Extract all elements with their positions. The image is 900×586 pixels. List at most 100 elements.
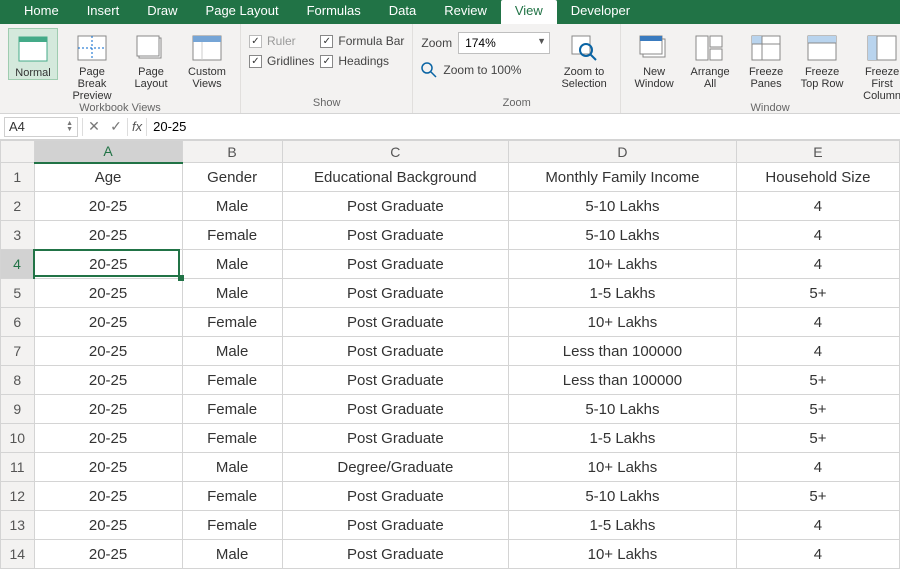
cell-E1[interactable]: Household Size — [736, 163, 899, 192]
cell-A8[interactable]: 20-25 — [34, 366, 182, 395]
cell-D5[interactable]: 1-5 Lakhs — [508, 279, 736, 308]
row-header-4[interactable]: 4 — [1, 250, 35, 279]
cell-B4[interactable]: Male — [182, 250, 282, 279]
enter-formula-button[interactable]: ✓ — [105, 118, 127, 135]
cell-D2[interactable]: 5-10 Lakhs — [508, 192, 736, 221]
cancel-formula-button[interactable]: ✕ — [83, 118, 105, 135]
zoom-100-button[interactable]: Zoom to 100% — [421, 62, 550, 78]
row-header-3[interactable]: 3 — [1, 221, 35, 250]
row-header-11[interactable]: 11 — [1, 453, 35, 482]
freeze-top-row-button[interactable]: Freeze Top Row — [797, 28, 847, 90]
tab-page-layout[interactable]: Page Layout — [192, 0, 293, 24]
cell-D11[interactable]: 10+ Lakhs — [508, 453, 736, 482]
cell-E8[interactable]: 5+ — [736, 366, 899, 395]
ruler-checkbox[interactable]: ✓Ruler — [249, 34, 314, 48]
cell-D10[interactable]: 1-5 Lakhs — [508, 424, 736, 453]
tab-data[interactable]: Data — [375, 0, 430, 24]
cell-B11[interactable]: Male — [182, 453, 282, 482]
cell-C2[interactable]: Post Graduate — [282, 192, 508, 221]
cell-C3[interactable]: Post Graduate — [282, 221, 508, 250]
cell-A9[interactable]: 20-25 — [34, 395, 182, 424]
name-box-stepper[interactable]: ▲▼ — [66, 121, 73, 133]
cell-B5[interactable]: Male — [182, 279, 282, 308]
cell-A5[interactable]: 20-25 — [34, 279, 182, 308]
tab-developer[interactable]: Developer — [557, 0, 644, 24]
cell-B1[interactable]: Gender — [182, 163, 282, 192]
cell-A13[interactable]: 20-25 — [34, 511, 182, 540]
cell-D6[interactable]: 10+ Lakhs — [508, 308, 736, 337]
cell-D7[interactable]: Less than 100000 — [508, 337, 736, 366]
cell-E14[interactable]: 4 — [736, 540, 899, 569]
cell-D4[interactable]: 10+ Lakhs — [508, 250, 736, 279]
row-header-9[interactable]: 9 — [1, 395, 35, 424]
tab-review[interactable]: Review — [430, 0, 501, 24]
row-header-8[interactable]: 8 — [1, 366, 35, 395]
row-header-14[interactable]: 14 — [1, 540, 35, 569]
row-header-12[interactable]: 12 — [1, 482, 35, 511]
cell-A2[interactable]: 20-25 — [34, 192, 182, 221]
cell-E13[interactable]: 4 — [736, 511, 899, 540]
select-all-cell[interactable] — [1, 141, 35, 163]
custom-views-button[interactable]: Custom Views — [182, 28, 232, 90]
freeze-first-col-button[interactable]: Freeze First Column — [853, 28, 900, 102]
cell-B6[interactable]: Female — [182, 308, 282, 337]
normal-view-button[interactable]: Normal — [8, 28, 58, 80]
cell-B2[interactable]: Male — [182, 192, 282, 221]
col-header-D[interactable]: D — [508, 141, 736, 163]
cell-B3[interactable]: Female — [182, 221, 282, 250]
page-break-preview-button[interactable]: Page Break Preview — [64, 28, 120, 102]
arrange-all-button[interactable]: Arrange All — [685, 28, 735, 90]
cell-C10[interactable]: Post Graduate — [282, 424, 508, 453]
cell-D14[interactable]: 10+ Lakhs — [508, 540, 736, 569]
row-header-13[interactable]: 13 — [1, 511, 35, 540]
tab-view[interactable]: View — [501, 0, 557, 24]
cell-E3[interactable]: 4 — [736, 221, 899, 250]
col-header-E[interactable]: E — [736, 141, 899, 163]
cell-B9[interactable]: Female — [182, 395, 282, 424]
row-header-2[interactable]: 2 — [1, 192, 35, 221]
cell-C13[interactable]: Post Graduate — [282, 511, 508, 540]
col-header-C[interactable]: C — [282, 141, 508, 163]
cell-A10[interactable]: 20-25 — [34, 424, 182, 453]
cell-A12[interactable]: 20-25 — [34, 482, 182, 511]
tab-formulas[interactable]: Formulas — [293, 0, 375, 24]
new-window-button[interactable]: New Window — [629, 28, 679, 90]
cell-E11[interactable]: 4 — [736, 453, 899, 482]
cell-C5[interactable]: Post Graduate — [282, 279, 508, 308]
cell-D3[interactable]: 5-10 Lakhs — [508, 221, 736, 250]
cell-C8[interactable]: Post Graduate — [282, 366, 508, 395]
tab-insert[interactable]: Insert — [73, 0, 134, 24]
cell-A4[interactable]: 20-25 — [34, 250, 182, 279]
cell-E6[interactable]: 4 — [736, 308, 899, 337]
cell-B12[interactable]: Female — [182, 482, 282, 511]
cell-A14[interactable]: 20-25 — [34, 540, 182, 569]
cell-C4[interactable]: Post Graduate — [282, 250, 508, 279]
cell-B14[interactable]: Male — [182, 540, 282, 569]
cell-C9[interactable]: Post Graduate — [282, 395, 508, 424]
fx-icon[interactable]: fx — [128, 119, 146, 134]
cell-C12[interactable]: Post Graduate — [282, 482, 508, 511]
cell-E2[interactable]: 4 — [736, 192, 899, 221]
tab-home[interactable]: Home — [10, 0, 73, 24]
freeze-panes-button[interactable]: Freeze Panes — [741, 28, 791, 90]
cell-C7[interactable]: Post Graduate — [282, 337, 508, 366]
cell-A11[interactable]: 20-25 — [34, 453, 182, 482]
cell-E12[interactable]: 5+ — [736, 482, 899, 511]
cell-E9[interactable]: 5+ — [736, 395, 899, 424]
cell-C14[interactable]: Post Graduate — [282, 540, 508, 569]
cell-E5[interactable]: 5+ — [736, 279, 899, 308]
cell-C11[interactable]: Degree/Graduate — [282, 453, 508, 482]
cell-D1[interactable]: Monthly Family Income — [508, 163, 736, 192]
formula-bar-checkbox[interactable]: ✓Formula Bar — [320, 34, 404, 48]
formula-input[interactable] — [147, 116, 900, 138]
cell-D9[interactable]: 5-10 Lakhs — [508, 395, 736, 424]
cell-D8[interactable]: Less than 100000 — [508, 366, 736, 395]
cell-B8[interactable]: Female — [182, 366, 282, 395]
gridlines-checkbox[interactable]: ✓Gridlines — [249, 54, 314, 68]
name-box[interactable]: A4 ▲▼ — [4, 117, 78, 137]
cell-A3[interactable]: 20-25 — [34, 221, 182, 250]
col-header-A[interactable]: A — [34, 141, 182, 163]
cell-A6[interactable]: 20-25 — [34, 308, 182, 337]
zoom-to-selection-button[interactable]: Zoom to Selection — [556, 28, 612, 90]
zoom-input[interactable] — [458, 32, 550, 54]
